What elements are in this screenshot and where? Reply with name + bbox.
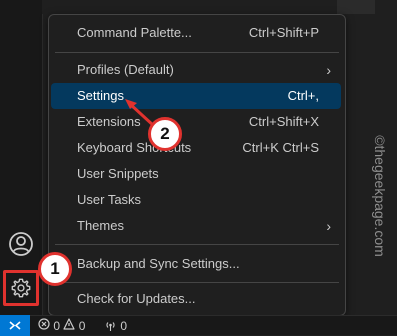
menu-item-themes[interactable]: Themes › [51,213,341,239]
menu-item-user-snippets[interactable]: User Snippets [51,161,341,187]
menu-item-label: Check for Updates... [77,291,196,306]
annotation-badge-1: 1 [38,252,72,286]
menu-separator [55,52,339,53]
menu-item-label: Themes [77,218,124,233]
menu-item-command-palette[interactable]: Command Palette... Ctrl+Shift+P [51,20,341,46]
status-bar: 0 0 0 [0,315,397,336]
menu-item-keyboard-shortcuts[interactable]: Keyboard Shortcuts Ctrl+K Ctrl+S [51,135,341,161]
menu-item-user-tasks[interactable]: User Tasks [51,187,341,213]
menu-item-label: Command Palette... [77,25,192,40]
menu-item-shortcut: Ctrl+Shift+X [248,114,319,129]
menu-item-shortcut: Ctrl+K Ctrl+S [242,140,319,155]
menu-item-label: Profiles (Default) [77,62,174,77]
warning-count: 0 [78,318,86,333]
menu-separator [55,282,339,283]
remote-icon [9,321,21,330]
menu-item-label: Settings [77,88,124,103]
remote-indicator-button[interactable] [0,315,30,336]
menu-item-shortcut: Ctrl+Shift+P [248,25,319,40]
account-icon[interactable] [8,231,34,257]
menu-item-profiles[interactable]: Profiles (Default) › [51,57,341,83]
ports-indicator[interactable]: 0 [104,318,127,333]
ports-count: 0 [120,318,128,333]
chevron-right-icon: › [326,62,331,78]
editor-area [42,0,397,14]
menu-item-label: User Tasks [77,192,142,207]
broadcast-icon [104,318,120,332]
problems-indicator[interactable]: 0 0 [38,318,85,333]
menu-item-backup-sync[interactable]: Backup and Sync Settings... [51,251,341,277]
manage-context-menu: Command Palette... Ctrl+Shift+P Profiles… [48,14,346,316]
menu-item-shortcut: Ctrl+, [287,88,319,103]
error-count: 0 [53,318,61,333]
menu-item-label: Backup and Sync Settings... [77,256,240,271]
warning-icon [63,318,75,333]
manage-gear-button[interactable] [3,270,39,306]
menu-separator [55,244,339,245]
menu-item-label: User Snippets [77,166,159,181]
error-icon [38,318,50,333]
gear-icon [10,277,32,299]
annotation-badge-2: 2 [148,117,182,151]
chevron-right-icon: › [326,218,331,234]
menu-item-extensions[interactable]: Extensions Ctrl+Shift+X [51,109,341,135]
editor-tab[interactable] [337,0,375,14]
activity-bar [0,0,42,315]
watermark-text: ©thegeekpage.com [372,135,388,257]
menu-item-check-updates[interactable]: Check for Updates... [51,286,341,312]
menu-item-settings[interactable]: Settings Ctrl+, [51,83,341,109]
